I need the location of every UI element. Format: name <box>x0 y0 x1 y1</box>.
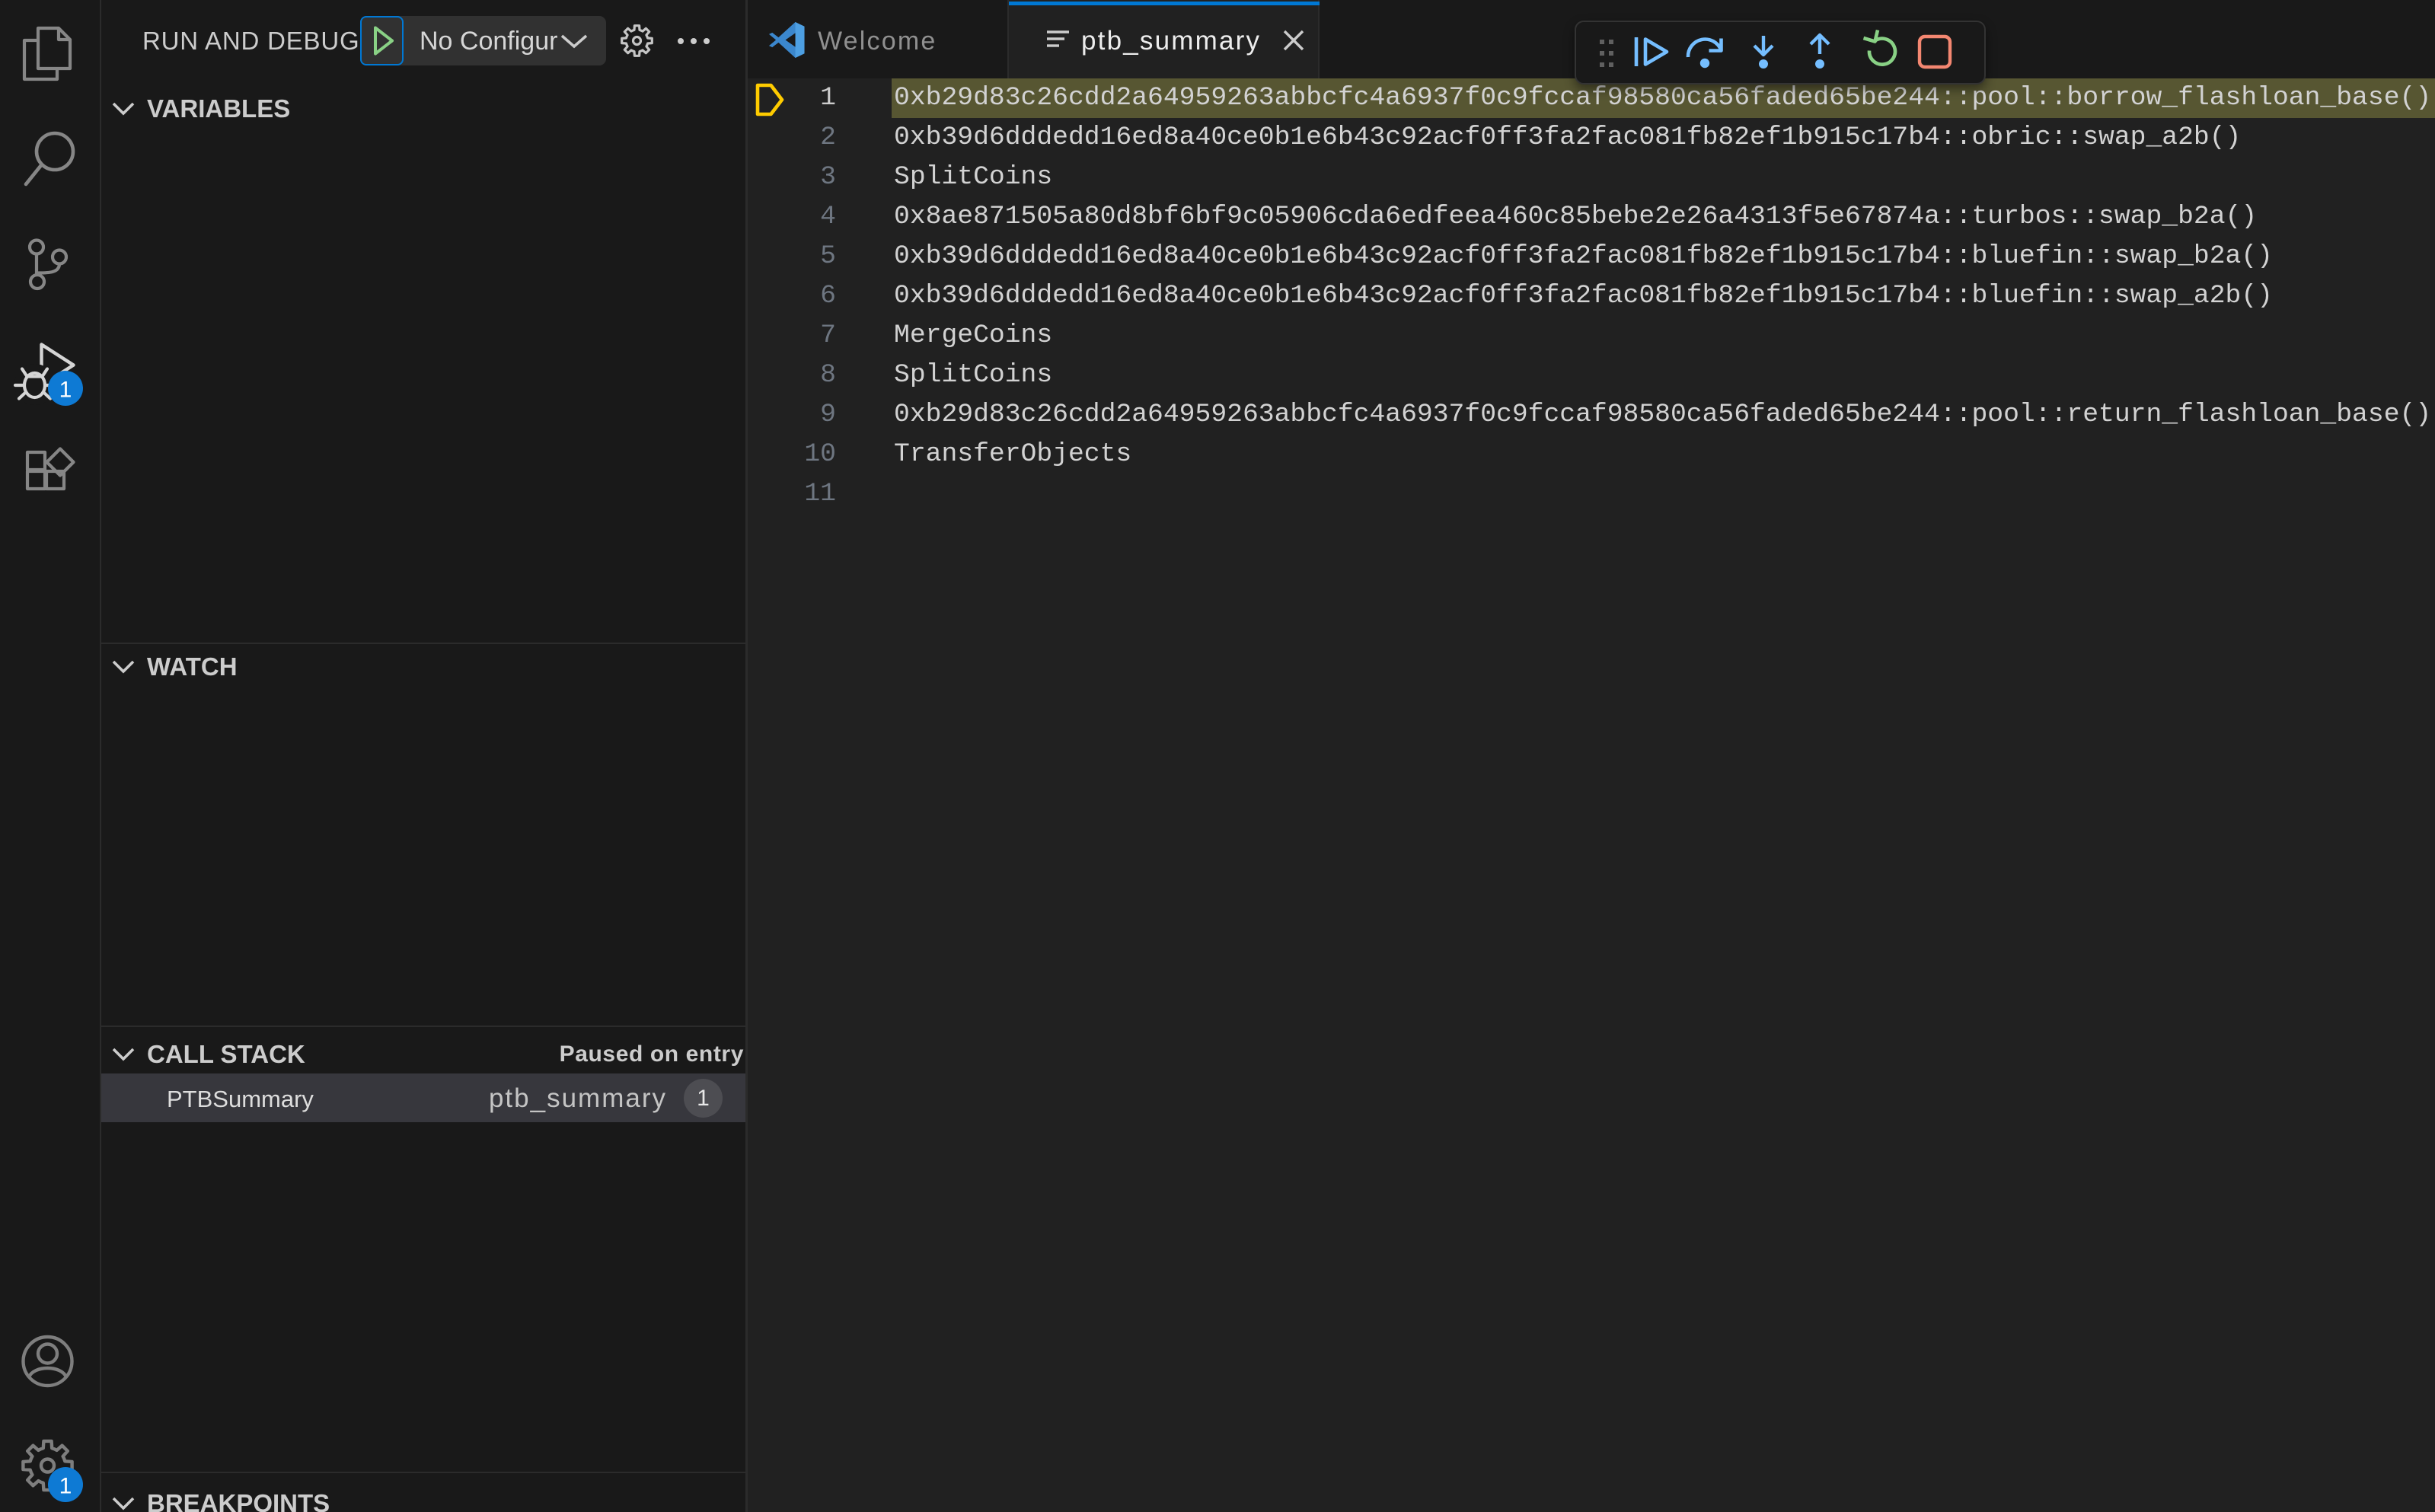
svg-text:1: 1 <box>59 378 72 403</box>
svg-text:1: 1 <box>59 1474 72 1499</box>
